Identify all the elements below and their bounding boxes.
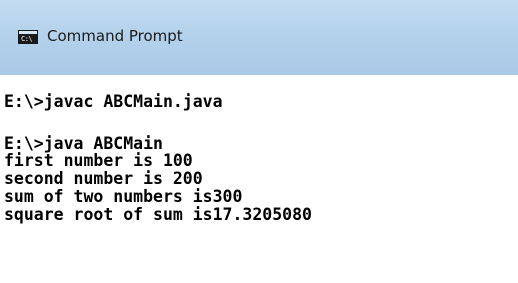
command-prompt-window: C:\ Command Prompt E:\>javac ABCMain.jav… (0, 0, 518, 283)
console-output[interactable]: E:\>javac ABCMain.java E:\>java ABCMain … (0, 75, 518, 283)
console-line: second number is 200 (4, 169, 203, 188)
title-bar[interactable]: C:\ Command Prompt (0, 0, 518, 75)
window-title: Command Prompt (47, 27, 183, 45)
console-line: sum of two numbers is300 (4, 187, 243, 206)
console-line: square root of sum is17.3205080 (4, 205, 312, 224)
command-prompt-icon: C:\ (18, 30, 38, 44)
console-line: first number is 100 (4, 151, 193, 170)
console-line: E:\>javac ABCMain.java (4, 92, 223, 111)
